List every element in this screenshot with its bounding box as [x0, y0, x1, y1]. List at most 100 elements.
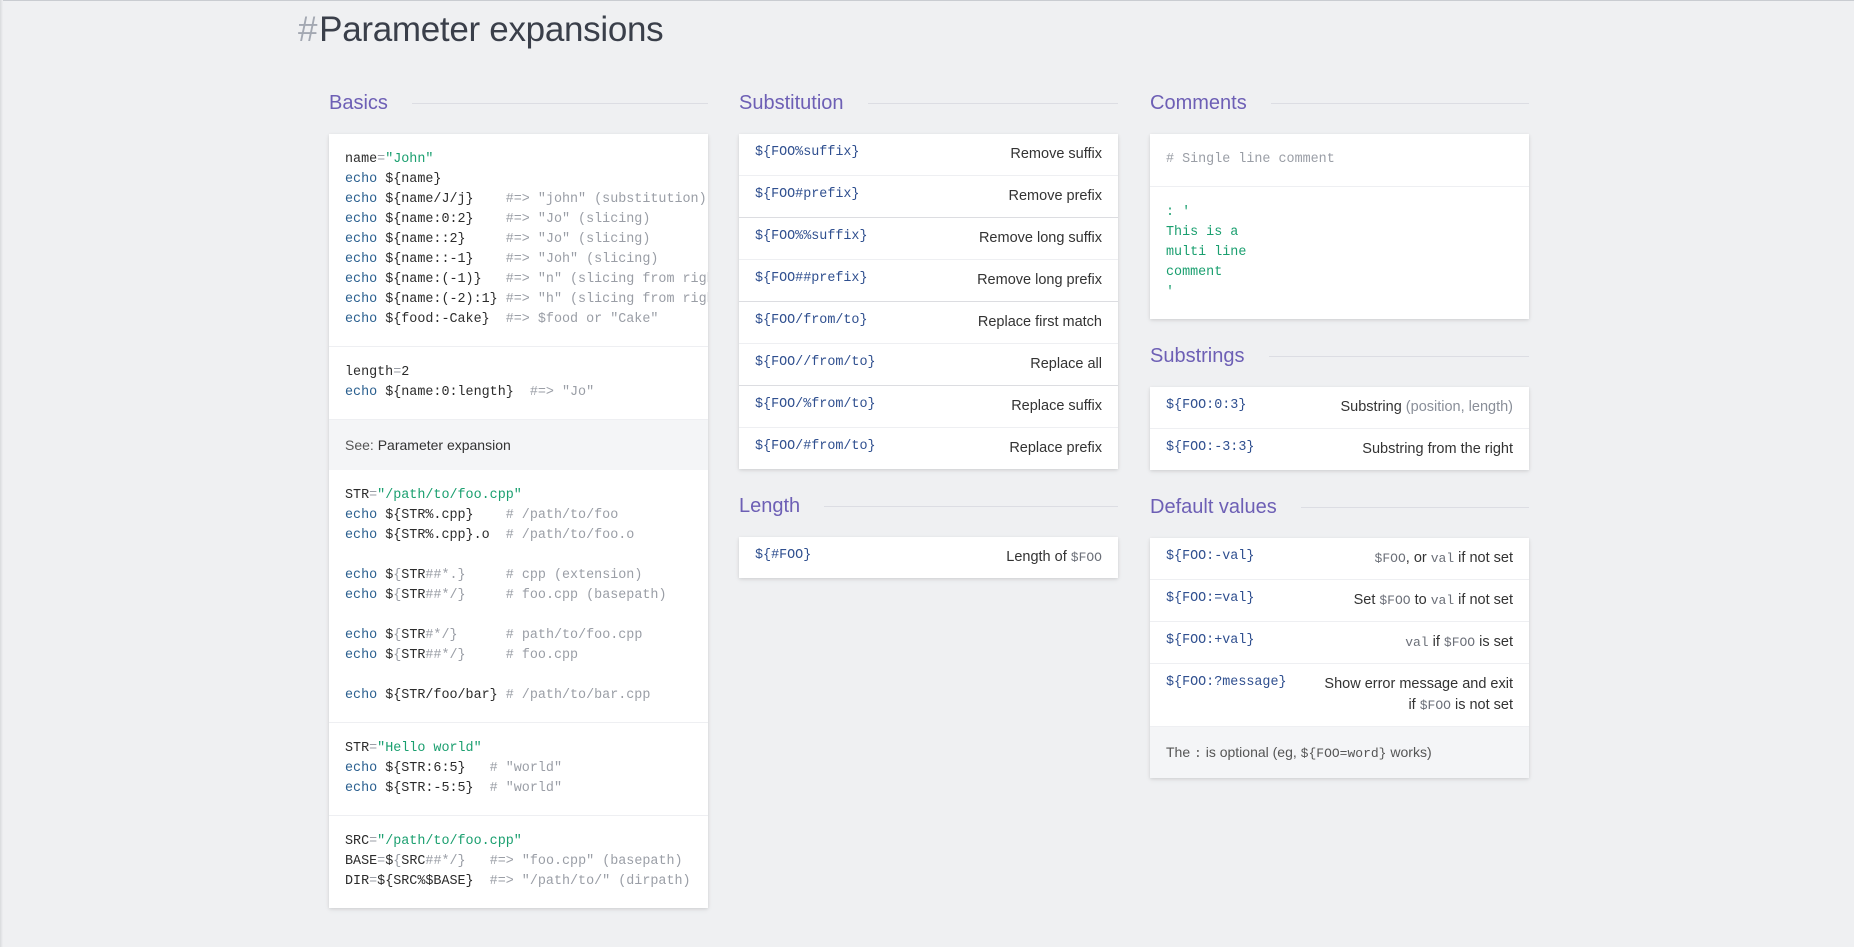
row-code: ${FOO/#from/to} [755, 439, 876, 454]
parameter-expansion-link[interactable]: Parameter expansion [378, 437, 511, 453]
section-rule [824, 505, 1118, 507]
section-title-length: Length [739, 491, 1118, 521]
inline-code: $FOO [1374, 551, 1406, 566]
comments-column: Comments # Single line comment : ' This … [1150, 88, 1529, 778]
default-values-note: The : is optional (eg, ${FOO=word} works… [1150, 726, 1529, 778]
comments-card: # Single line comment : ' This is a mult… [1150, 134, 1529, 319]
desc-text: if [1428, 634, 1444, 650]
basics-code-block-2: length=2 echo ${name:0:length} #=> "Jo" [329, 346, 708, 419]
substrings-title-text: Substrings [1150, 344, 1245, 367]
row-code: ${FOO:+val} [1166, 633, 1255, 648]
row-code: ${FOO#prefix} [755, 187, 860, 202]
inline-code: ${FOO=word} [1300, 746, 1387, 761]
substitution-column: Substitution ${FOO%suffix} Remove suffix … [739, 88, 1118, 578]
default-values-table: ${FOO:-val} $FOO, or val if not set ${FO… [1150, 538, 1529, 778]
desc-text: Show error message and exit [1324, 676, 1513, 692]
table-row: ${#FOO} Length of $FOO [739, 537, 1118, 578]
row-code: ${FOO##prefix} [755, 271, 868, 286]
note-text: works) [1386, 744, 1432, 760]
section-rule [411, 102, 708, 104]
heading-anchor[interactable]: # [298, 10, 317, 49]
row-desc: Remove prefix [1008, 188, 1102, 204]
inline-code: $FOO [1070, 550, 1102, 565]
basics-code-block-5: SRC="/path/to/foo.cpp" BASE=${SRC##*/} #… [329, 815, 708, 908]
page-title: #Parameter expansions [298, 10, 664, 50]
section-title-basics: Basics [329, 88, 708, 118]
row-desc: Replace suffix [1011, 398, 1102, 414]
substrings-table: ${FOO:0:3} Substring (position, length) … [1150, 387, 1529, 470]
basics-title-text: Basics [329, 91, 388, 114]
section-rule [1300, 506, 1529, 508]
window-top-border [0, 0, 1854, 1]
section-title-default-values: Default values [1150, 492, 1529, 522]
section-title-substrings: Substrings [1150, 341, 1529, 371]
desc-text: Set [1353, 592, 1380, 608]
inline-code: $FOO [1379, 593, 1411, 608]
table-row: ${FOO:-3:3} Substring from the right [1150, 428, 1529, 470]
row-desc: Remove long suffix [978, 230, 1102, 246]
table-row: ${FOO:?message} Show error message and e… [1150, 663, 1529, 726]
inline-code: : [1194, 746, 1202, 761]
desc-text: to [1410, 592, 1431, 608]
row-code: ${#FOO} [755, 548, 812, 563]
table-row: ${FOO/#from/to} Replace prefix [739, 427, 1118, 469]
inline-code: val [1430, 551, 1455, 566]
see-label: See: [345, 437, 374, 453]
section-rule [1270, 102, 1529, 104]
row-code: ${FOO:-val} [1166, 549, 1255, 564]
row-desc: Remove suffix [1010, 146, 1102, 162]
window-left-edge [0, 0, 3, 947]
table-row: ${FOO:-val} $FOO, or val if not set [1150, 538, 1529, 579]
multi-line-comment-code: : ' This is a multi line comment ' [1150, 186, 1529, 319]
inline-code: $FOO [1443, 635, 1476, 650]
length-title-text: Length [739, 494, 801, 517]
row-desc: $FOO, or val if not set [1375, 538, 1513, 579]
basics-code-block-1: name="John" echo ${name} echo ${name/J/j… [345, 152, 708, 327]
single-line-comment-code: # Single line comment [1166, 152, 1335, 167]
row-desc: Substring (position, length) [1341, 387, 1514, 428]
table-row: ${FOO:=val} Set $FOO to val if not set [1150, 579, 1529, 621]
table-row: ${FOO/from/to} Replace first match [739, 301, 1118, 343]
desc-text: is set [1475, 634, 1513, 650]
table-row: ${FOO:0:3} Substring (position, length) [1150, 387, 1529, 428]
desc-text: if not set [1454, 550, 1513, 566]
table-row: ${FOO##prefix} Remove long prefix [739, 259, 1118, 301]
inline-code: $FOO [1419, 698, 1451, 713]
section-rule [867, 102, 1118, 104]
desc-text: is not set [1450, 697, 1513, 713]
desc-text: if [1408, 697, 1420, 713]
table-row: ${FOO:+val} val if $FOO is set [1150, 621, 1529, 663]
row-desc: Set $FOO to val if not set [1354, 580, 1513, 621]
substring-desc: Substring [1340, 399, 1402, 415]
row-code: ${FOO//from/to} [755, 355, 876, 370]
basics-see-note: See: Parameter expansion [329, 419, 708, 470]
row-desc: Remove long prefix [977, 272, 1102, 288]
row-code: ${FOO:-3:3} [1166, 440, 1255, 455]
row-code: ${FOO/from/to} [755, 313, 868, 328]
page-title-text: Parameter expansions [319, 10, 664, 49]
table-row: ${FOO/%from/to} Replace suffix [739, 385, 1118, 427]
desc-text: , or [1405, 550, 1431, 566]
row-desc: Replace all [1030, 356, 1102, 372]
row-code: ${FOO:0:3} [1166, 398, 1247, 413]
basics-column: Basics name="John" echo ${name} echo ${n… [329, 88, 708, 908]
row-code: ${FOO:?message} [1166, 675, 1287, 690]
row-code: ${FOO/%from/to} [755, 397, 876, 412]
row-code: ${FOO%%suffix} [755, 229, 868, 244]
table-row: ${FOO//from/to} Replace all [739, 343, 1118, 385]
basics-code-block-4: STR="Hello world" echo ${STR:6:5} # "wor… [329, 722, 708, 815]
row-desc: Substring from the right [1362, 441, 1513, 457]
row-desc: Replace first match [977, 314, 1102, 330]
row-code: ${FOO:=val} [1166, 591, 1255, 606]
row-desc: val if $FOO is set [1405, 622, 1513, 663]
row-desc: Replace prefix [1009, 440, 1102, 456]
substring-args-hint: (position, length) [1405, 399, 1513, 415]
row-desc: Length of $FOO [1006, 537, 1102, 578]
desc-text: if not set [1454, 592, 1513, 608]
table-row: ${FOO%%suffix} Remove long suffix [739, 217, 1118, 259]
row-desc: Show error message and exit if $FOO is no… [1324, 664, 1513, 726]
length-table: ${#FOO} Length of $FOO [739, 537, 1118, 578]
substitution-table: ${FOO%suffix} Remove suffix ${FOO#prefix}… [739, 134, 1118, 469]
basics-code-block-3: STR="/path/to/foo.cpp" echo ${STR%.cpp} … [345, 488, 667, 703]
section-rule [1268, 355, 1529, 357]
